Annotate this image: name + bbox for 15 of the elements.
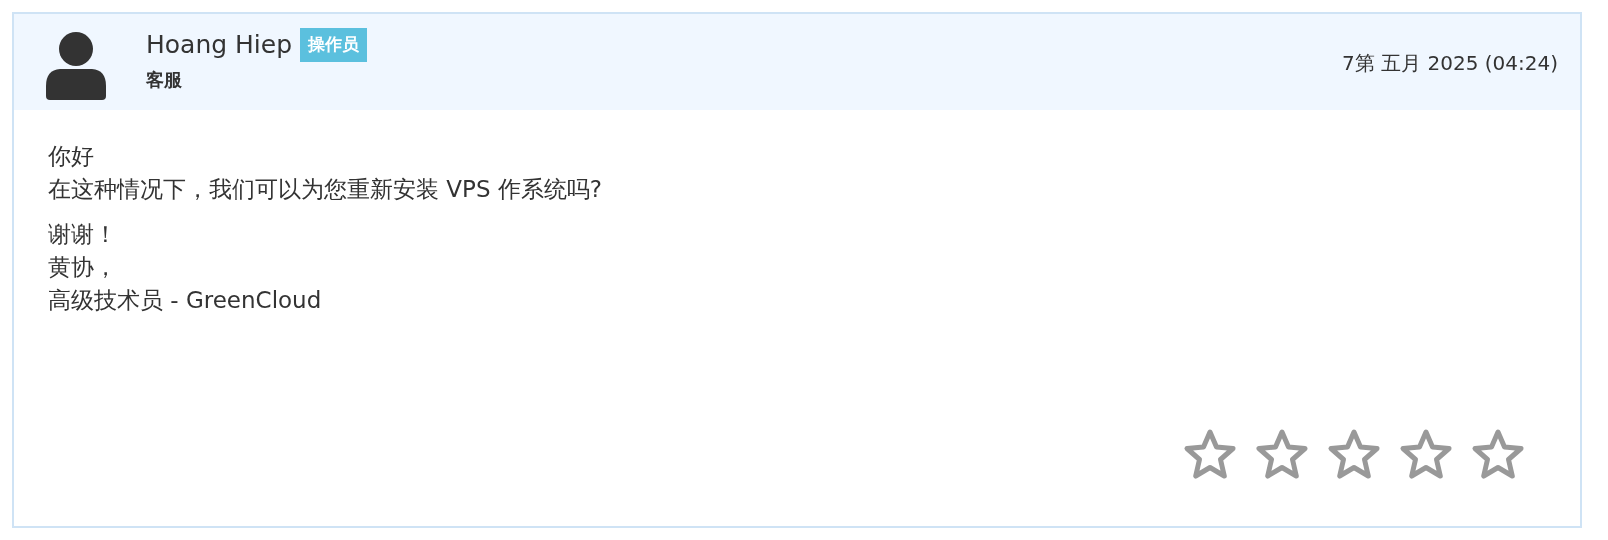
message-line: 黄协， (48, 253, 118, 282)
author-role: 客服 (146, 67, 183, 92)
user-avatar-icon (46, 32, 106, 100)
rating-star-icon[interactable] (1326, 428, 1382, 482)
message-line: 你好 (48, 142, 95, 171)
message-line: 在这种情况下，我们可以为您重新安装 VPS 作系统吗? (48, 175, 604, 204)
author-name: Hoang Hiep (146, 29, 293, 60)
rating-star-icon[interactable] (1398, 428, 1454, 482)
message-date: 7第 五月 2025 (04:24) (1342, 50, 1558, 77)
rating-star-icon[interactable] (1182, 428, 1238, 482)
rating-star-icon[interactable] (1470, 428, 1526, 482)
message-line: 高级技术员 - GreenCloud (48, 286, 323, 315)
message-line: 谢谢！ (48, 220, 118, 249)
role-label: 操作员 (300, 28, 368, 62)
rating-star-icon[interactable] (1254, 428, 1310, 482)
